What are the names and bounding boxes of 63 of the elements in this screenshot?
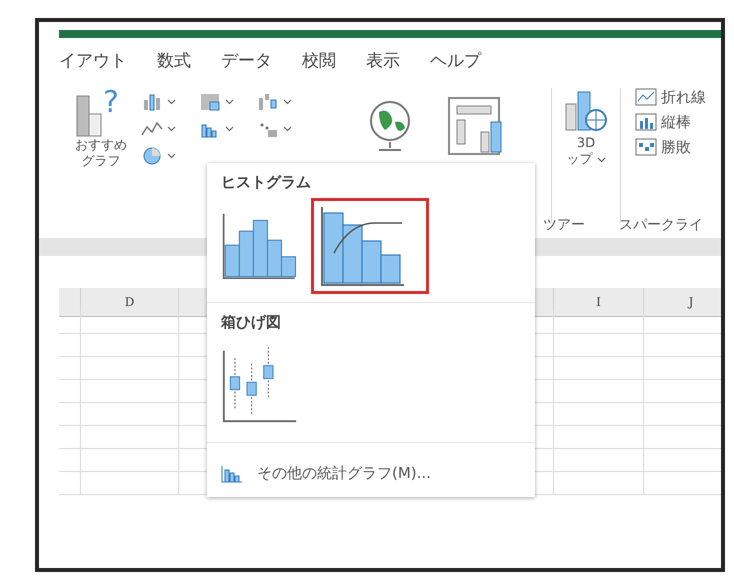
sheet-cell[interactable]	[81, 357, 179, 380]
caret-icon[interactable]	[283, 98, 292, 104]
recommended-chart-label[interactable]: グラフ	[82, 154, 120, 170]
ribbon-tab[interactable]: データ	[221, 48, 272, 72]
ribbon-tab[interactable]: 表示	[366, 48, 400, 72]
sparkline-option[interactable]: 折れ線	[661, 88, 706, 107]
waterfall-chart-icon[interactable]	[257, 92, 279, 112]
column-header[interactable]: J	[644, 288, 721, 317]
sheet-cell[interactable]	[554, 311, 644, 334]
sheet-cell[interactable]	[59, 334, 81, 357]
hierarchy-chart-icon[interactable]	[199, 92, 221, 112]
sheet-cell[interactable]	[59, 472, 81, 495]
caret-icon[interactable]	[167, 126, 176, 132]
caret-icon[interactable]	[283, 126, 292, 132]
caret-icon[interactable]	[167, 152, 176, 158]
line-sparkline-icon[interactable]	[635, 88, 657, 106]
sheet-cell[interactable]	[554, 403, 644, 426]
sheet-cell[interactable]	[59, 357, 81, 380]
chart-type-option[interactable]	[311, 198, 429, 294]
group-label: ツアー	[543, 216, 585, 234]
sheet-cell[interactable]	[59, 403, 81, 426]
column-chart-icon[interactable]	[141, 92, 163, 112]
section-title: 箱ひげ図	[221, 313, 281, 332]
ribbon-tab[interactable]: 数式	[157, 48, 191, 72]
sparkline-option[interactable]: 勝敗	[661, 138, 691, 156]
column-header[interactable]: I	[554, 288, 644, 317]
win-loss-sparkline-icon[interactable]	[635, 138, 657, 156]
pie-chart-icon[interactable]	[141, 146, 163, 166]
sheet-cell[interactable]	[81, 403, 179, 426]
sheet-cell[interactable]	[554, 472, 644, 495]
column-sparkline-icon[interactable]	[635, 113, 657, 132]
section-title: ヒストグラム	[221, 173, 311, 192]
column-header[interactable]: D	[81, 288, 179, 317]
group-label: スパークライ	[619, 216, 703, 234]
3d-map-label[interactable]: ップ	[566, 152, 592, 168]
sheet-cell[interactable]	[81, 472, 179, 495]
statistics-chart-icon	[221, 464, 243, 482]
ribbon-tab[interactable]: 校閲	[302, 48, 336, 72]
3d-map-label[interactable]: 3D	[576, 136, 596, 152]
caret-icon[interactable]	[225, 126, 234, 132]
sheet-cell[interactable]	[81, 311, 179, 334]
ribbon-tab[interactable]: イアウト	[59, 48, 127, 72]
sheet-cell[interactable]	[81, 449, 179, 472]
ribbon-tab[interactable]: ヘルプ	[430, 48, 481, 72]
sheet-cell[interactable]	[59, 311, 81, 334]
sheet-cell[interactable]	[554, 380, 644, 403]
more-statistical-charts-item[interactable]: その他の統計グラフ(M)...	[207, 450, 535, 497]
sparkline-option[interactable]: 縦棒	[661, 112, 691, 132]
caret-icon[interactable]	[167, 98, 176, 104]
caret-icon[interactable]	[225, 98, 234, 104]
sheet-cell[interactable]	[81, 334, 179, 357]
sheet-cell[interactable]	[554, 449, 644, 472]
sheet-cell[interactable]	[554, 357, 644, 380]
sheet-cell[interactable]	[81, 426, 179, 449]
sheet-cell[interactable]	[81, 380, 179, 403]
column-header[interactable]	[59, 288, 81, 317]
sheet-cell[interactable]	[59, 426, 81, 449]
sheet-cell[interactable]	[59, 380, 81, 403]
sheet-cell[interactable]	[554, 334, 644, 357]
caret-icon[interactable]	[596, 157, 606, 164]
recommended-chart-label[interactable]: おすすめ	[75, 138, 127, 154]
sheet-cell[interactable]	[554, 426, 644, 449]
sheet-cell[interactable]	[59, 449, 81, 472]
